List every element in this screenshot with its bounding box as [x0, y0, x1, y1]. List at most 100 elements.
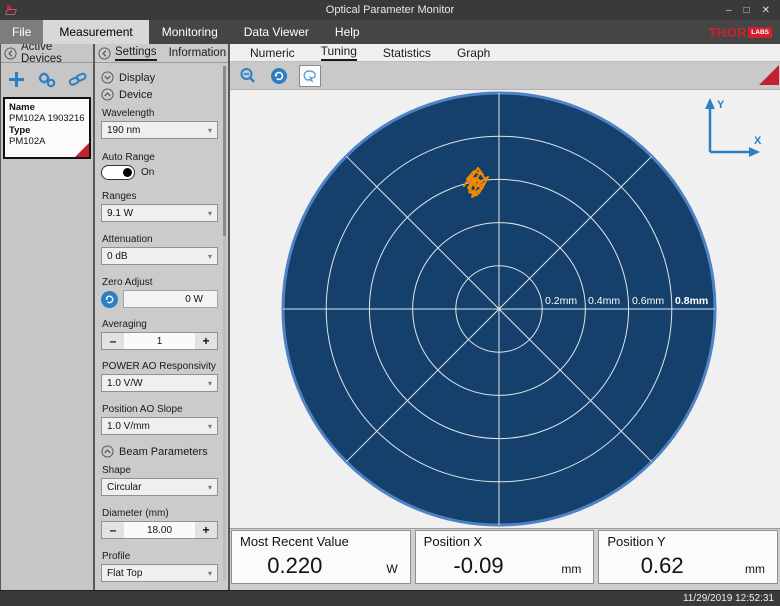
status-bar: 11/29/2019 12:52:31 — [0, 590, 780, 606]
ring-label-06: 0.6mm — [632, 295, 664, 307]
chevron-up-icon[interactable] — [101, 88, 114, 101]
shape-label: Shape — [102, 465, 218, 476]
panel-corner-badge[interactable] — [759, 65, 779, 85]
power-ao-select[interactable]: 1.0 V/W ▾ — [101, 374, 218, 392]
device-name-label: Name — [9, 102, 85, 113]
dropdown-caret-icon: ▾ — [208, 252, 212, 261]
device-name-value: PM102A 1903216 — [9, 113, 85, 124]
plot-toolbar — [230, 62, 780, 90]
status-datetime: 11/29/2019 12:52:31 — [683, 593, 774, 604]
chevron-down-icon[interactable] — [101, 71, 114, 84]
collapse-left-icon[interactable] — [4, 47, 17, 60]
tuning-plot: 0.2mm 0.4mm 0.6mm 0.8mm Y X — [230, 90, 780, 528]
thorlabs-logo: THOR LABS — [708, 20, 780, 44]
zoom-out-icon — [239, 67, 257, 85]
zoom-out-button[interactable] — [237, 65, 259, 87]
readout-row: Most Recent Value 0.220 W Position X -0.… — [230, 528, 780, 590]
diameter-decrement-button[interactable]: – — [102, 522, 124, 538]
device-type-label: Type — [9, 125, 85, 136]
y-axis-label: Y — [717, 99, 725, 111]
section-beam-parameters[interactable]: Beam Parameters — [101, 445, 218, 458]
diameter-increment-button[interactable]: + — [195, 522, 217, 538]
lasso-icon — [302, 68, 318, 84]
settings-panel: Settings Information Display Device Wave… — [95, 44, 230, 590]
menu-file[interactable]: File — [0, 20, 43, 44]
ring-label-02: 0.2mm — [545, 295, 577, 307]
active-devices-title: Active Devices — [21, 41, 90, 65]
reset-view-button[interactable] — [268, 65, 290, 87]
position-ao-select[interactable]: 1.0 V/mm ▾ — [101, 417, 218, 435]
most-recent-value: 0.220 — [232, 553, 358, 579]
settings-scrollbar[interactable] — [223, 66, 226, 581]
gears-icon[interactable] — [37, 71, 57, 89]
dropdown-caret-icon: ▾ — [208, 569, 212, 578]
position-x-card: Position X -0.09 mm — [415, 530, 595, 584]
polar-beam-plot[interactable]: 0.2mm 0.4mm 0.6mm 0.8mm — [279, 90, 719, 528]
diameter-stepper: – 18.00 + — [101, 521, 218, 539]
menu-data-viewer[interactable]: Data Viewer — [231, 20, 322, 44]
add-device-icon[interactable] — [7, 70, 26, 89]
collapse-left-icon[interactable] — [98, 47, 111, 60]
tab-settings[interactable]: Settings — [115, 46, 157, 61]
refresh-icon — [270, 67, 288, 85]
title-bar: Optical Parameter Monitor – □ ✕ — [0, 0, 780, 20]
menu-bar: File Measurement Monitoring Data Viewer … — [0, 20, 780, 44]
tab-information[interactable]: Information — [169, 47, 227, 60]
zero-adjust-refresh-icon[interactable] — [101, 291, 118, 308]
most-recent-value-unit: W — [386, 562, 397, 576]
freeform-trace-button[interactable] — [299, 65, 321, 87]
tab-tuning[interactable]: Tuning — [321, 44, 357, 61]
averaging-value[interactable]: 1 — [124, 333, 195, 349]
power-ao-label: POWER AO Responsivity — [102, 361, 218, 372]
menu-measurement[interactable]: Measurement — [43, 20, 148, 44]
section-device[interactable]: Device — [101, 88, 218, 101]
maximize-button[interactable]: □ — [744, 5, 750, 16]
position-y-value: 0.62 — [599, 553, 725, 579]
ranges-label: Ranges — [102, 191, 218, 202]
device-type-value: PM102A — [9, 136, 85, 147]
position-ao-label: Position AO Slope — [102, 404, 218, 415]
auto-range-label: Auto Range — [102, 152, 218, 163]
position-x-unit: mm — [561, 562, 581, 576]
profile-select[interactable]: Flat Top ▾ — [101, 564, 218, 582]
window-title: Optical Parameter Monitor — [0, 4, 780, 16]
dropdown-caret-icon: ▾ — [208, 209, 212, 218]
ranges-select[interactable]: 9.1 W ▾ — [101, 204, 218, 222]
auto-range-state: On — [141, 167, 154, 178]
averaging-decrement-button[interactable]: – — [102, 333, 124, 349]
tab-numeric[interactable]: Numeric — [250, 46, 295, 61]
zero-adjust-value[interactable]: 0 W — [123, 290, 218, 308]
axis-orientation-indicator: Y X — [694, 94, 766, 164]
menu-help[interactable]: Help — [322, 20, 373, 44]
section-display[interactable]: Display — [101, 71, 218, 84]
attenuation-select[interactable]: 0 dB ▾ — [101, 247, 218, 265]
diameter-value[interactable]: 18.00 — [124, 522, 195, 538]
main-area: Numeric Tuning Statistics Graph — [230, 44, 780, 590]
measurement-tabs: Numeric Tuning Statistics Graph — [230, 44, 780, 62]
tab-graph[interactable]: Graph — [457, 46, 490, 61]
menu-monitoring[interactable]: Monitoring — [149, 20, 231, 44]
dropdown-caret-icon: ▾ — [208, 126, 212, 135]
dropdown-caret-icon: ▾ — [208, 483, 212, 492]
averaging-stepper: – 1 + — [101, 332, 218, 350]
ring-label-08: 0.8mm — [675, 295, 708, 307]
wavelength-select[interactable]: 190 nm ▾ — [101, 121, 218, 139]
device-card[interactable]: Name PM102A 1903216 Type PM102A — [3, 97, 91, 159]
shape-select[interactable]: Circular ▾ — [101, 478, 218, 496]
profile-label: Profile — [102, 551, 218, 562]
auto-range-toggle[interactable] — [101, 165, 135, 180]
averaging-label: Averaging — [102, 319, 218, 330]
close-button[interactable]: ✕ — [762, 5, 770, 16]
averaging-increment-button[interactable]: + — [195, 333, 217, 349]
chevron-up-icon[interactable] — [101, 445, 114, 458]
diameter-label: Diameter (mm) — [102, 508, 218, 519]
ring-label-04: 0.4mm — [588, 295, 620, 307]
connect-link-icon[interactable] — [68, 71, 87, 88]
position-x-label: Position X — [424, 534, 586, 549]
minimize-button[interactable]: – — [726, 5, 732, 16]
attenuation-label: Attenuation — [102, 234, 218, 245]
tab-statistics[interactable]: Statistics — [383, 46, 431, 61]
dropdown-caret-icon: ▾ — [208, 422, 212, 431]
most-recent-value-card: Most Recent Value 0.220 W — [231, 530, 411, 584]
x-axis-label: X — [754, 135, 762, 147]
